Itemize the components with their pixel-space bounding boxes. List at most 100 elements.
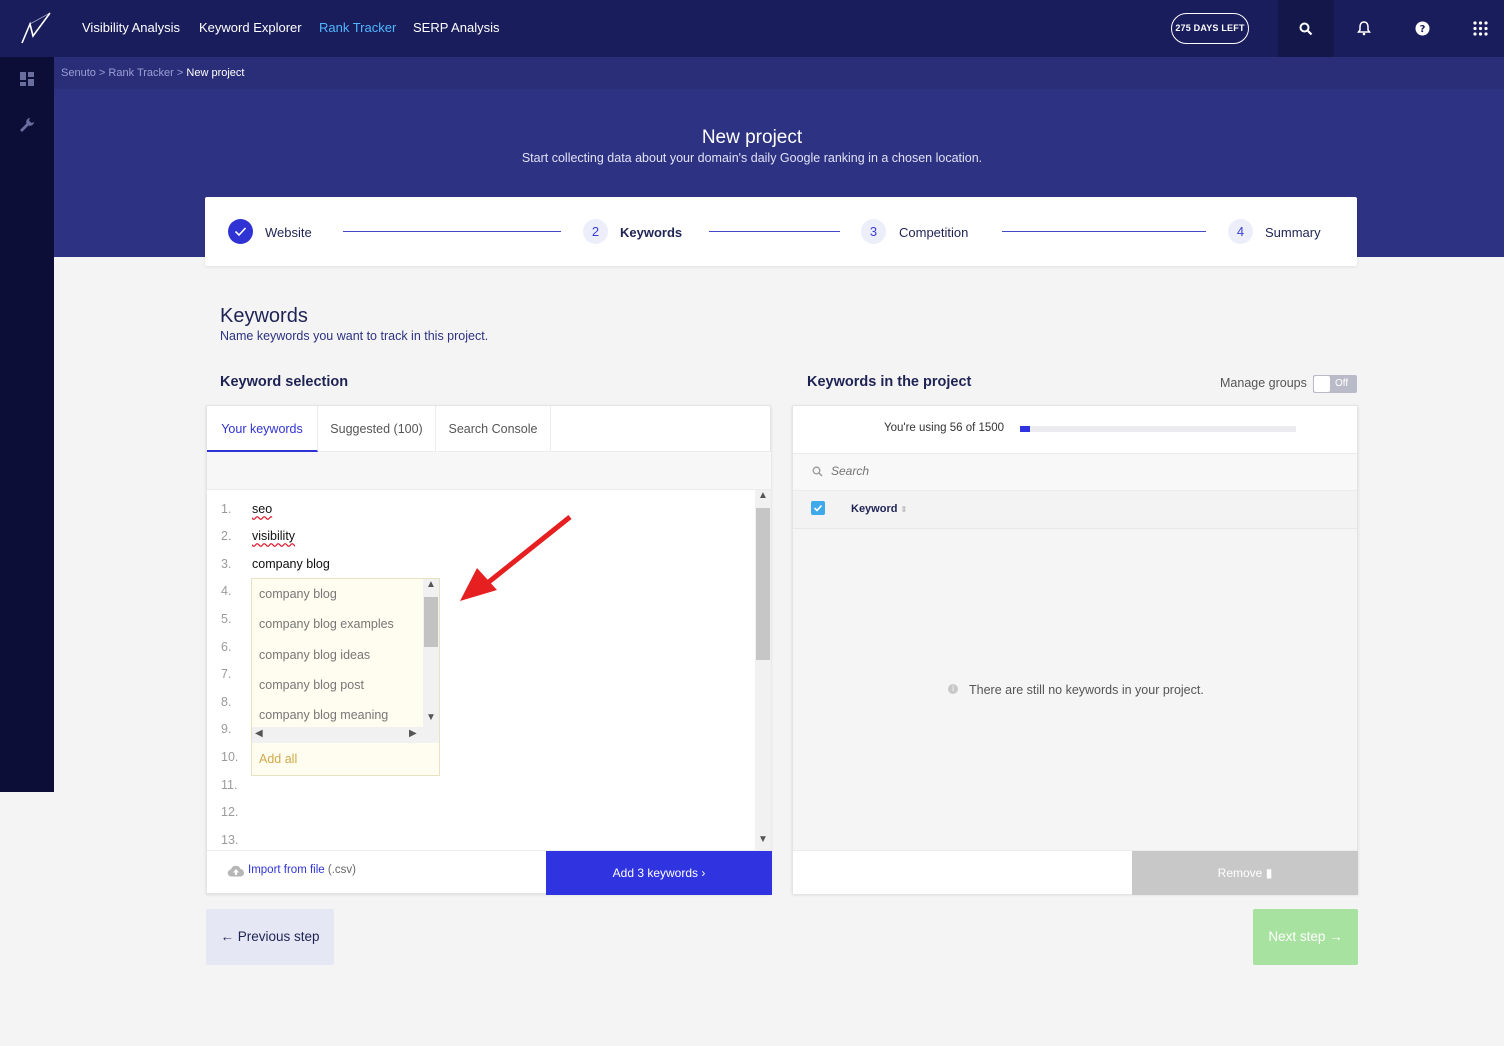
apps-grid-icon <box>1472 21 1488 36</box>
previous-step-button[interactable]: ← Previous step <box>206 909 334 965</box>
line-number: 6. <box>221 640 232 654</box>
scrollbar-thumb[interactable] <box>424 597 438 647</box>
project-stepper: Website 2 Keywords 3 Competition 4 Summa… <box>205 197 1357 266</box>
breadcrumb-separator: > <box>95 67 109 79</box>
apps-button[interactable] <box>1452 0 1504 57</box>
step-connector <box>1002 231 1206 232</box>
select-all-checkbox[interactable] <box>811 501 825 515</box>
tab-search-console[interactable]: Search Console <box>436 406 551 452</box>
keyword-line[interactable]: seo <box>252 502 272 516</box>
cloud-upload-icon <box>227 865 244 877</box>
search-icon <box>812 466 823 477</box>
manage-groups-label: Manage groups <box>1220 376 1307 390</box>
manage-groups-toggle[interactable]: Off <box>1313 375 1357 393</box>
step-summary-number: 4 <box>1228 219 1253 244</box>
line-number: 7. <box>221 667 232 681</box>
line-number: 10. <box>221 750 239 764</box>
suggestion-item[interactable]: company blog ideas <box>259 648 370 662</box>
notifications-button[interactable] <box>1336 0 1392 57</box>
scroll-right-icon[interactable]: ▶ <box>409 728 417 739</box>
scroll-left-icon[interactable]: ◀ <box>255 728 263 739</box>
tab-your-keywords[interactable]: Your keywords <box>207 406 318 452</box>
empty-message: There are still no keywords in your proj… <box>969 683 1204 697</box>
page-title: New project <box>701 127 803 148</box>
line-number: 8. <box>221 695 232 709</box>
breadcrumb-senuto[interactable]: Senuto <box>61 67 96 79</box>
keywords-in-project-panel: You're using 56 of 1500 Keyword ⇕ i Ther… <box>792 405 1358 895</box>
search-icon <box>1299 22 1313 35</box>
step-connector <box>709 231 840 232</box>
right-panel-footer: Remove ▮ <box>793 850 1358 895</box>
editor-scrollbar[interactable]: ▲ ▼ <box>755 490 771 850</box>
section-subtitle: Name keywords you want to track in this … <box>220 329 489 343</box>
keywords-empty-state: i There are still no keywords in your pr… <box>793 529 1357 850</box>
dropdown-horizontal-scrollbar[interactable]: ◀ ▶ <box>252 727 439 743</box>
add-all-link[interactable]: Add all <box>259 752 297 766</box>
toggle-knob <box>1314 376 1330 392</box>
usage-progress-fill <box>1020 426 1031 432</box>
step-website-done[interactable] <box>228 219 253 244</box>
suggestion-item[interactable]: company blog <box>259 587 337 601</box>
column-keyword-label: Keyword <box>851 503 898 515</box>
line-number: 1. <box>221 502 232 516</box>
import-label[interactable]: Import from file <box>248 864 325 876</box>
dropdown-scrollbar[interactable]: ▲ ▼ <box>423 579 439 727</box>
step-website-label[interactable]: Website <box>265 225 312 240</box>
line-number: 12. <box>221 805 239 819</box>
scroll-down-icon[interactable]: ▼ <box>758 834 768 845</box>
search-button[interactable] <box>1278 0 1334 57</box>
breadcrumb: Senuto > Rank Tracker > New project <box>61 67 244 79</box>
line-number: 2. <box>221 529 232 543</box>
step-competition-number: 3 <box>861 219 886 244</box>
suggestion-item[interactable]: company blog examples <box>259 617 394 631</box>
next-step-button[interactable]: Next step → <box>1253 909 1358 965</box>
dashboard-icon[interactable] <box>19 71 35 87</box>
breadcrumb-separator: > <box>173 67 187 79</box>
keyword-selection-heading: Keyword selection <box>220 374 349 390</box>
project-search-row <box>793 453 1357 491</box>
senuto-logo-icon[interactable] <box>18 10 54 46</box>
keyword-line[interactable]: company blog <box>252 557 330 571</box>
svg-text:?: ? <box>1419 24 1425 35</box>
left-panel-footer: Import from file (.csv) Add 3 keywords › <box>207 850 772 895</box>
nav-serp-analysis[interactable]: SERP Analysis <box>413 20 499 35</box>
step-connector <box>343 231 561 232</box>
scroll-down-icon[interactable]: ▼ <box>426 712 436 723</box>
red-arrow-annotation-icon <box>460 515 572 601</box>
line-number: 13. <box>221 833 239 847</box>
help-icon: ? <box>1415 21 1429 36</box>
keywords-in-project-heading: Keywords in the project <box>807 374 972 390</box>
help-button[interactable]: ? <box>1394 0 1450 57</box>
import-from-file-link[interactable]: Import from file (.csv) <box>248 864 356 876</box>
check-icon <box>813 504 823 512</box>
remove-button[interactable]: Remove ▮ <box>1132 851 1358 895</box>
sort-icon[interactable]: ⇕ <box>901 505 908 514</box>
usage-progress-bar <box>1020 426 1296 432</box>
keyword-line[interactable]: visibility <box>252 529 295 543</box>
nav-rank-tracker[interactable]: Rank Tracker <box>319 20 396 35</box>
column-keyword[interactable]: Keyword ⇕ <box>851 503 907 515</box>
scroll-up-icon[interactable]: ▲ <box>758 490 768 501</box>
line-number: 11. <box>221 778 238 792</box>
top-navbar: Visibility Analysis Keyword Explorer Ran… <box>0 0 1504 57</box>
autocomplete-dropdown: company blog company blog examples compa… <box>251 578 440 776</box>
scroll-up-icon[interactable]: ▲ <box>426 579 436 590</box>
nav-visibility-analysis[interactable]: Visibility Analysis <box>82 20 180 35</box>
scrollbar-thumb[interactable] <box>756 508 770 660</box>
tab-suggested[interactable]: Suggested (100) <box>318 406 436 452</box>
page-subtitle: Start collecting data about your domain'… <box>521 151 983 165</box>
breadcrumb-rank-tracker[interactable]: Rank Tracker <box>108 67 173 79</box>
line-number: 4. <box>221 584 232 598</box>
info-icon: i <box>948 684 958 694</box>
suggestion-item[interactable]: company blog post <box>259 678 364 692</box>
days-left-badge[interactable]: 275 DAYS LEFT <box>1171 13 1249 44</box>
check-icon <box>234 227 247 237</box>
project-search-input[interactable] <box>831 464 1231 478</box>
keyword-source-tabs: Your keywords Suggested (100) Search Con… <box>207 406 771 452</box>
editor-toolbar <box>207 452 771 490</box>
add-keywords-button[interactable]: Add 3 keywords › <box>546 851 772 895</box>
breadcrumb-current: New project <box>186 67 245 79</box>
suggestion-item[interactable]: company blog meaning <box>259 708 388 722</box>
toggle-state: Off <box>1335 378 1349 389</box>
nav-keyword-explorer[interactable]: Keyword Explorer <box>199 20 302 35</box>
